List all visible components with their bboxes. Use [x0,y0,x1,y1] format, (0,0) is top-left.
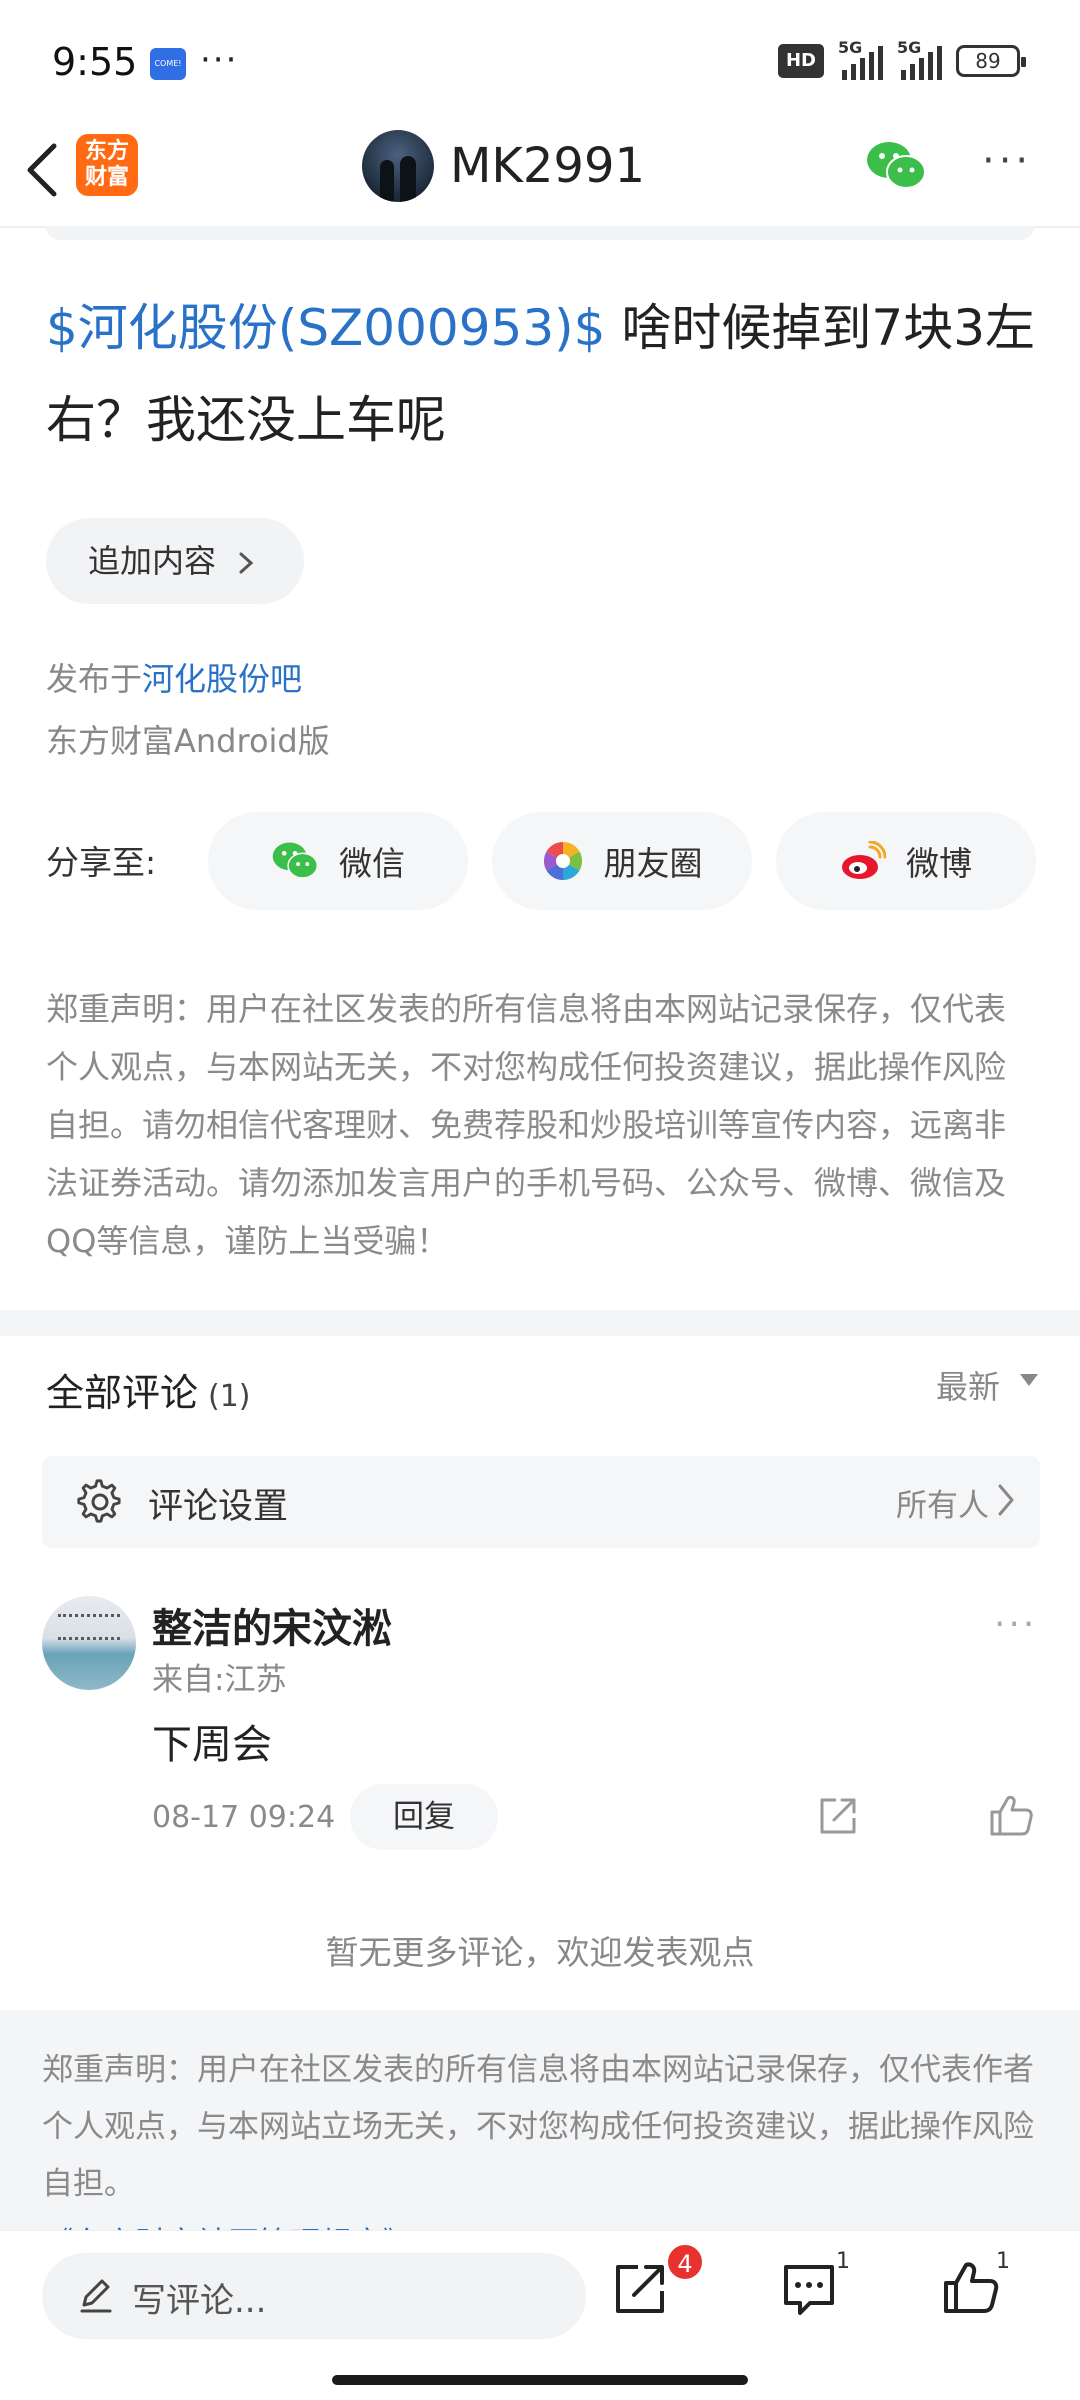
thumbs-up-icon[interactable] [988,1792,1034,1838]
chevron-right-icon [998,1484,1014,1516]
hd-voice-icon: HD [778,44,824,78]
signal-icon-2: 5G [897,38,942,80]
stock-bar-link[interactable]: 河化股份吧 [142,660,302,698]
share-moments-button[interactable]: 朋友圈 [492,812,752,910]
notification-app-icon: COME! [150,48,186,80]
author-avatar[interactable] [362,130,434,202]
moments-icon [543,841,582,881]
comment-settings-label: 评论设置 [148,1487,289,1527]
commenter-name[interactable]: 整洁的宋汶淞 [152,1596,392,1654]
stock-tag-link[interactable]: $河化股份(SZ000953)$ [46,299,606,357]
back-button[interactable] [22,138,72,208]
comment-settings-row[interactable]: 评论设置 所有人 [42,1456,1040,1548]
add-content-label: 追加内容 [88,542,217,580]
add-content-button[interactable]: 追加内容 [46,518,304,604]
comment-count: 1 [836,2249,850,2274]
status-bar: 9:55 COME! ··· HD 5G 5G 89 [0,0,1080,120]
thumbs-up-icon[interactable] [942,2259,1000,2317]
comment-icon[interactable] [780,2259,838,2317]
comments-title: 全部评论 [46,1371,199,1415]
share-icon[interactable] [612,2259,670,2317]
comment-time: 08-17 09:24 [152,1800,336,1835]
post-platform: 东方财富Android版 [46,722,330,760]
commenter-avatar[interactable] [42,1596,136,1690]
status-time: 9:55 [52,40,138,84]
gear-icon [77,1479,121,1523]
post-disclaimer: 郑重声明：用户在社区发表的所有信息将由本网站记录保存，仅代表个人观点，与本网站无… [46,990,1007,1260]
no-more-comments: 暂无更多评论，欢迎发表观点 [325,1933,755,1972]
share-count-badge: 4 [666,2243,704,2281]
comments-count: (1) [208,1379,251,1414]
pencil-icon [80,2279,112,2313]
published-prefix: 发布于 [46,660,143,698]
comments-header: 全部评论 (1) [46,1362,251,1417]
share-icon[interactable] [816,1794,860,1838]
author-header[interactable]: MK2991 [362,130,645,202]
scroll-edge [46,226,1034,240]
post-content: $河化股份(SZ000953)$ 啥时候掉到7块3左右？我还没上车呢 [46,282,1046,466]
write-comment-input[interactable]: 写评论... [42,2253,586,2339]
chevron-right-icon [239,552,254,574]
author-username[interactable]: MK2991 [450,138,645,194]
reply-button[interactable]: 回复 [350,1784,498,1850]
share-label: 分享至: [46,843,157,882]
commenter-location: 来自:江苏 [152,1662,287,1698]
battery-icon: 89 [956,45,1026,77]
write-comment-placeholder: 写评论... [132,2281,267,2321]
brand-logo[interactable]: 东方 财富 [76,134,138,196]
footer-disclaimer: 郑重声明：用户在社区发表的所有信息将由本网站记录保存，仅代表作者个人观点，与本网… [42,2052,1034,2202]
brand-text-line2: 财富 [84,165,129,190]
notification-more-icon: ··· [200,40,239,80]
share-wechat-button[interactable]: 微信 [208,812,468,910]
comment-more-button[interactable]: ··· [994,1604,1037,1645]
comment-text: 下周会 [152,1722,272,1768]
more-options-button[interactable]: ··· [982,138,1032,184]
top-nav: 东方 财富 MK2991 ··· [0,120,1080,228]
share-wechat-label: 微信 [339,844,405,883]
published-in: 发布于河化股份吧 [46,654,302,700]
bottom-action-bar: 写评论... 4 1 1 [0,2230,1080,2400]
comment-settings-value: 所有人 [896,1488,989,1524]
share-weibo-label: 微博 [906,844,972,883]
brand-text-line1: 东方 [84,139,129,164]
wechat-icon [272,842,319,879]
weibo-icon [842,841,886,879]
network-type-label: 5G [838,38,863,57]
share-moments-label: 朋友圈 [603,844,703,883]
sort-dropdown[interactable]: 最新 [936,1362,1000,1408]
network-type-label: 5G [897,38,922,57]
home-indicator[interactable] [332,2375,748,2385]
chevron-left-icon [27,143,57,197]
signal-icon-1: 5G [838,38,883,80]
wechat-icon[interactable] [866,140,926,192]
share-weibo-button[interactable]: 微博 [776,812,1036,910]
like-count: 1 [996,2249,1010,2274]
status-indicators: HD 5G 5G 89 [778,38,1026,80]
section-divider [0,1310,1080,1336]
caret-down-icon[interactable] [1020,1374,1038,1386]
